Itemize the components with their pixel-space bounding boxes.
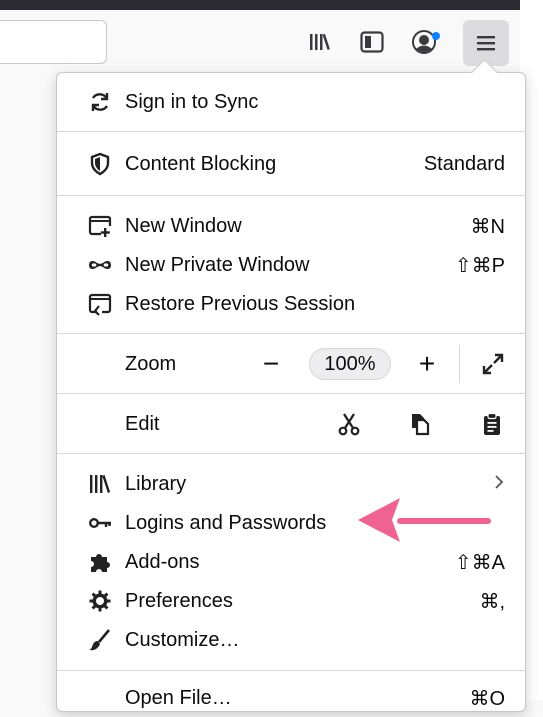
window-top-edge bbox=[0, 0, 520, 10]
open-file-shortcut: ⌘O bbox=[469, 687, 505, 710]
new-window-shortcut: ⌘N bbox=[470, 215, 505, 238]
sidebar-icon bbox=[360, 31, 384, 53]
separator bbox=[57, 195, 525, 196]
preferences-label: Preferences bbox=[125, 589, 233, 612]
private-window-label: New Private Window bbox=[125, 253, 310, 276]
library-icon bbox=[310, 33, 330, 50]
content-blocking-value: Standard bbox=[423, 152, 505, 175]
zoom-reset-button[interactable]: 100% bbox=[309, 348, 391, 380]
menu-row-edit: Edit bbox=[57, 405, 525, 443]
addons-label: Add-ons bbox=[125, 550, 200, 573]
zoom-in-button[interactable]: + bbox=[409, 346, 445, 382]
new-window-label: New Window bbox=[125, 214, 242, 237]
library-button[interactable] bbox=[298, 20, 342, 64]
hamburger-menu-button[interactable] bbox=[463, 20, 509, 66]
menu-item-customize[interactable]: Customize… bbox=[57, 621, 525, 659]
menu-item-content-blocking[interactable]: Content Blocking Standard bbox=[57, 145, 525, 183]
library-label: Library bbox=[125, 472, 187, 495]
separator bbox=[57, 670, 525, 671]
puzzle-icon bbox=[87, 549, 113, 575]
key-icon bbox=[87, 510, 113, 536]
private-mask-icon bbox=[87, 252, 113, 278]
edit-label: Edit bbox=[125, 412, 160, 435]
expand-icon bbox=[482, 353, 504, 375]
app-menu-panel: Sign in to Sync Content Blocking Standar… bbox=[56, 72, 526, 712]
separator bbox=[57, 393, 525, 394]
brush-icon bbox=[87, 627, 113, 653]
logins-label: Logins and Passwords bbox=[125, 511, 327, 534]
zoom-out-button[interactable]: − bbox=[253, 346, 289, 382]
customize-label: Customize… bbox=[125, 628, 240, 651]
separator bbox=[57, 131, 525, 132]
fullscreen-button[interactable] bbox=[475, 346, 511, 382]
sidebar-button[interactable] bbox=[350, 20, 394, 64]
copy-icon bbox=[412, 414, 430, 436]
cut-button[interactable] bbox=[334, 409, 364, 439]
copy-button[interactable] bbox=[405, 409, 435, 439]
annotation-arrow bbox=[358, 498, 491, 542]
menu-item-open-file[interactable]: Open File… ⌘O bbox=[57, 679, 525, 717]
account-badge bbox=[432, 32, 440, 40]
paste-button[interactable] bbox=[477, 409, 507, 439]
restore-session-icon bbox=[87, 291, 113, 317]
menu-item-preferences[interactable]: Preferences ⌘, bbox=[57, 582, 525, 620]
restore-session-label: Restore Previous Session bbox=[125, 292, 356, 315]
gear-icon bbox=[87, 588, 113, 614]
content-blocking-label: Content Blocking bbox=[125, 152, 277, 175]
menu-item-new-window[interactable]: New Window ⌘N bbox=[57, 207, 525, 245]
menu-item-new-private-window[interactable]: New Private Window ⇧⌘P bbox=[57, 246, 525, 284]
cut-icon bbox=[338, 413, 360, 436]
library-icon bbox=[87, 471, 113, 497]
menu-row-zoom: Zoom − 100% + bbox=[57, 345, 525, 383]
zoom-divider bbox=[459, 345, 460, 383]
menu-item-sign-in-sync[interactable]: Sign in to Sync bbox=[57, 83, 525, 121]
url-bar[interactable] bbox=[0, 20, 107, 64]
hamburger-menu-icon bbox=[477, 36, 495, 51]
shield-icon bbox=[87, 151, 113, 177]
separator bbox=[57, 453, 525, 454]
separator bbox=[57, 333, 525, 334]
sync-icon bbox=[87, 89, 113, 115]
zoom-label: Zoom bbox=[125, 352, 177, 375]
open-file-label: Open File… bbox=[125, 686, 232, 709]
private-window-shortcut: ⇧⌘P bbox=[454, 254, 505, 277]
account-button[interactable] bbox=[402, 20, 446, 64]
new-window-icon bbox=[87, 213, 113, 239]
menu-item-restore-session[interactable]: Restore Previous Session bbox=[57, 285, 525, 323]
addons-shortcut: ⇧⌘A bbox=[454, 551, 505, 574]
sync-label: Sign in to Sync bbox=[125, 90, 259, 113]
preferences-shortcut: ⌘, bbox=[479, 590, 505, 613]
paste-icon bbox=[484, 412, 500, 435]
